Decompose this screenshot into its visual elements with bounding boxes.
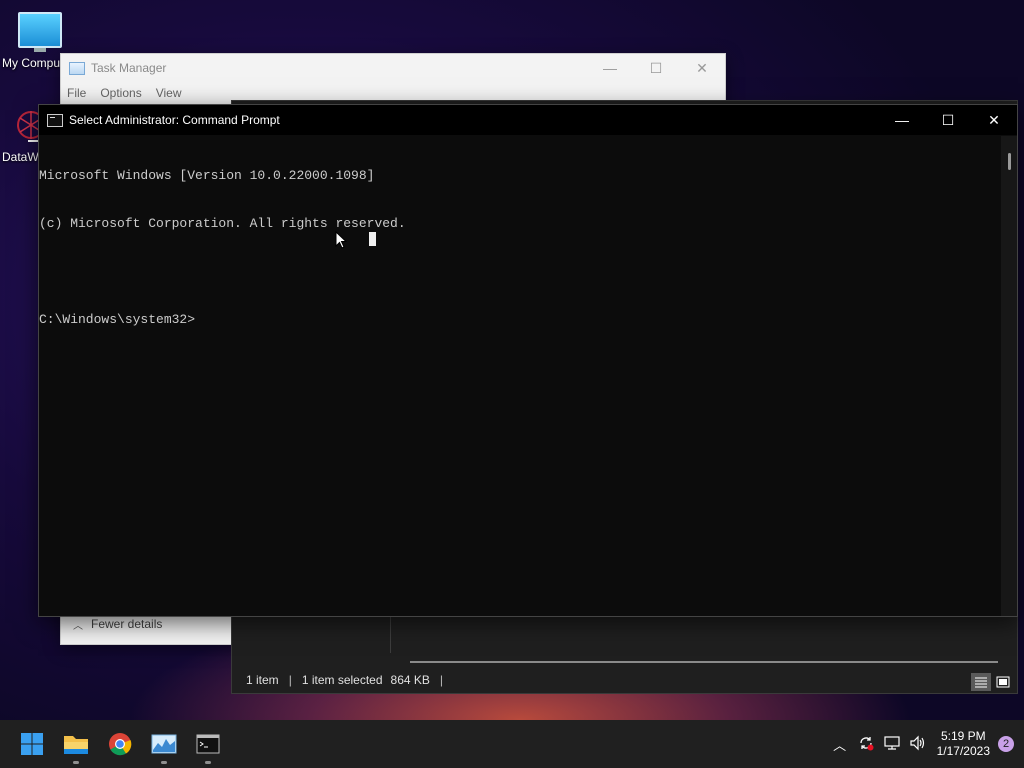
minimize-button[interactable]: — — [587, 60, 633, 77]
console-icon — [47, 113, 63, 127]
close-button[interactable]: ✕ — [971, 105, 1017, 135]
task-manager-icon — [69, 61, 85, 75]
console-line: Microsoft Windows [Version 10.0.22000.10… — [39, 168, 375, 183]
large-icons-view-icon — [996, 676, 1010, 688]
clock[interactable]: 5:19 PM 1/17/2023 — [937, 729, 990, 759]
running-indicator — [205, 761, 211, 764]
taskbar-chrome[interactable] — [104, 728, 136, 760]
horizontal-scrollbar[interactable] — [410, 661, 998, 663]
network-icon[interactable] — [879, 735, 905, 754]
command-prompt-window[interactable]: Select Administrator: Command Prompt — ☐… — [38, 104, 1018, 617]
console-line: (c) Microsoft Corporation. All rights re… — [39, 216, 406, 231]
status-size: 864 KB — [390, 673, 430, 687]
console-prompt: C:\Windows\system32> — [39, 312, 196, 327]
fewer-details-label: Fewer details — [91, 617, 163, 631]
view-toggle — [971, 673, 1013, 691]
clock-time: 5:19 PM — [940, 729, 986, 743]
windows-logo-icon — [21, 733, 43, 755]
command-prompt-titlebar[interactable]: Select Administrator: Command Prompt — ☐… — [39, 105, 1017, 135]
taskbar: ︿ 5:19 PM 1/17/2023 2 — [0, 720, 1024, 768]
close-button[interactable]: ✕ — [679, 60, 725, 77]
clock-date: 1/17/2023 — [936, 744, 990, 758]
status-separator: | — [439, 673, 444, 687]
window-title: Task Manager — [91, 61, 167, 75]
mouse-pointer-icon — [335, 231, 347, 249]
status-selected: 1 item selected — [301, 673, 383, 687]
desktop-icon-dataw[interactable]: DataW — [0, 108, 45, 164]
status-separator: | — [288, 673, 292, 687]
sync-icon[interactable] — [853, 735, 879, 754]
console-output[interactable]: Microsoft Windows [Version 10.0.22000.10… — [39, 136, 1001, 616]
maximize-button[interactable]: ☐ — [925, 105, 971, 135]
folder-icon — [64, 736, 88, 754]
console-icon — [196, 734, 220, 754]
pane-divider — [390, 611, 391, 653]
monitor-icon — [18, 12, 62, 52]
maximize-button[interactable]: ☐ — [633, 60, 679, 77]
network-monitor-icon — [884, 735, 900, 750]
details-view-icon — [975, 677, 987, 688]
system-tray: ︿ 5:19 PM 1/17/2023 2 — [827, 720, 1024, 768]
sync-arrows-icon — [859, 736, 874, 750]
scrollbar-thumb[interactable] — [1008, 153, 1011, 170]
details-view-button[interactable] — [971, 673, 991, 691]
task-manager-titlebar[interactable]: Task Manager — ☐ ✕ — [61, 54, 725, 82]
speaker-icon — [910, 735, 924, 750]
status-item-count: 1 item — [246, 673, 279, 687]
status-bar: 1 item | 1 item selected 864 KB | — [246, 671, 453, 689]
desktop-icon-label: DataW — [2, 150, 39, 164]
start-button[interactable] — [16, 728, 48, 760]
menu-view[interactable]: View — [156, 86, 182, 100]
chevron-up-icon: ︿ — [73, 620, 83, 632]
vertical-scrollbar[interactable] — [1001, 136, 1017, 616]
taskbar-file-explorer[interactable] — [60, 728, 92, 764]
chrome-icon — [109, 733, 132, 756]
taskbar-task-manager[interactable] — [148, 728, 180, 764]
window-title: Select Administrator: Command Prompt — [69, 113, 280, 127]
taskbar-command-prompt[interactable] — [192, 728, 224, 764]
menu-options[interactable]: Options — [100, 86, 141, 100]
running-indicator — [161, 761, 167, 764]
large-icons-view-button[interactable] — [993, 673, 1013, 691]
text-cursor — [369, 232, 376, 246]
chevron-up-icon[interactable]: ︿ — [827, 735, 853, 754]
notification-badge[interactable]: 2 — [998, 736, 1014, 752]
task-manager-icon — [151, 734, 177, 754]
menu-file[interactable]: File — [67, 86, 86, 100]
volume-icon[interactable] — [905, 735, 931, 754]
minimize-button[interactable]: — — [879, 105, 925, 135]
running-indicator — [73, 761, 79, 764]
